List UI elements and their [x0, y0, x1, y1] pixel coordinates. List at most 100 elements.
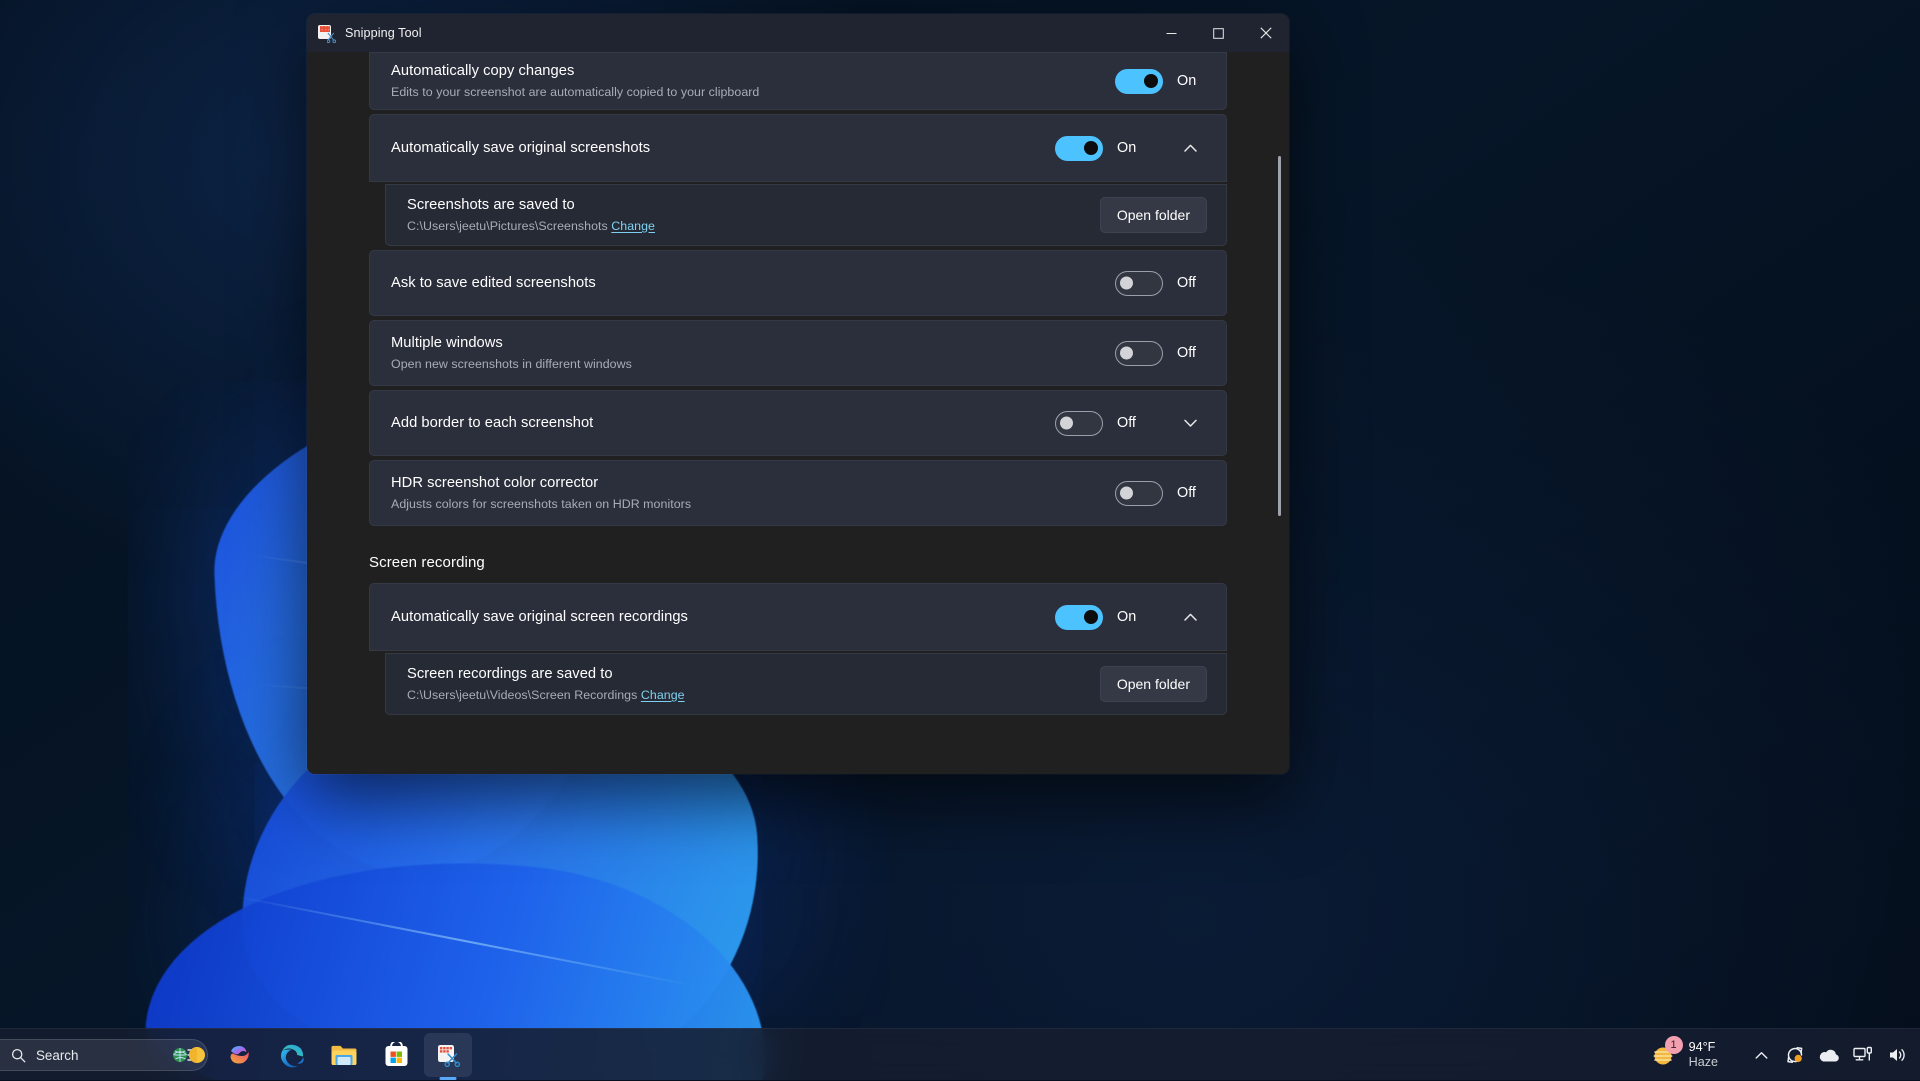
setting-subtitle: Edits to your screenshot are automatical…: [391, 84, 759, 100]
expand-collapse-button[interactable]: [1173, 406, 1207, 440]
setting-controls: Off: [1115, 481, 1207, 506]
sync-update-tray-button[interactable]: [1778, 1035, 1812, 1075]
setting-row-multiple-windows[interactable]: Multiple windows Open new screenshots in…: [369, 320, 1227, 386]
network-icon: [1853, 1046, 1873, 1064]
window-controls: [1148, 14, 1289, 52]
setting-title: Screenshots are saved to: [407, 196, 655, 215]
setting-controls: On: [1055, 131, 1207, 165]
setting-row-automatically-save-original-screen-recordings[interactable]: Automatically save original screen recor…: [369, 583, 1227, 651]
setting-subrow-screen-recordings-are-saved-to[interactable]: Screen recordings are saved to C:\Users\…: [385, 653, 1227, 715]
window-title: Snipping Tool: [345, 26, 422, 40]
setting-row-hdr-screenshot-color-corrector[interactable]: HDR screenshot color corrector Adjusts c…: [369, 460, 1227, 526]
toggle-state-label: On: [1117, 140, 1147, 156]
toggle-state-label: On: [1177, 73, 1207, 89]
change-screen-recordings-path-link[interactable]: Change: [641, 688, 685, 702]
network-tray-button[interactable]: [1846, 1035, 1880, 1075]
toggle-automatically-save-original-screenshots[interactable]: [1055, 136, 1103, 161]
section-header-screen-recording: Screen recording: [369, 530, 1227, 583]
screen-recordings-save-path: C:\Users\jeetu\Videos\Screen Recordings: [407, 688, 637, 702]
setting-texts: Multiple windows Open new screenshots in…: [391, 334, 632, 372]
setting-title: Add border to each screenshot: [391, 414, 593, 433]
setting-path-row: C:\Users\jeetu\Videos\Screen Recordings …: [407, 687, 685, 703]
copilot-icon: [227, 1042, 253, 1068]
file-explorer-icon: [330, 1043, 358, 1067]
window-titlebar[interactable]: Snipping Tool: [307, 14, 1289, 52]
open-screenshots-folder-button[interactable]: Open folder: [1100, 197, 1207, 233]
change-screenshots-path-link[interactable]: Change: [611, 219, 655, 233]
minimize-button[interactable]: [1148, 14, 1195, 52]
sync-update-icon: [1785, 1045, 1805, 1065]
setting-controls: Open folder: [1100, 197, 1207, 233]
maximize-button[interactable]: [1195, 14, 1242, 52]
setting-subrow-screenshots-are-saved-to[interactable]: Screenshots are saved to C:\Users\jeetu\…: [385, 184, 1227, 246]
setting-controls: Off: [1115, 341, 1207, 366]
setting-row-ask-to-save-edited-screenshots[interactable]: Ask to save edited screenshots Off: [369, 250, 1227, 316]
volume-icon: [1887, 1046, 1907, 1064]
weather-temperature: 94°F: [1689, 1040, 1718, 1055]
snipping-tool-window: Snipping Tool: [307, 14, 1289, 774]
taskbar-weather-widget[interactable]: 1 94°F Haze: [1642, 1036, 1728, 1074]
search-label: Search: [36, 1048, 78, 1063]
taskbar-item-edge[interactable]: [268, 1033, 316, 1077]
open-screen-recordings-folder-button[interactable]: Open folder: [1100, 666, 1207, 702]
setting-controls: Open folder: [1100, 666, 1207, 702]
setting-controls: On: [1055, 600, 1207, 634]
onedrive-tray-button[interactable]: [1812, 1035, 1846, 1075]
system-tray: 1 94°F Haze: [1642, 1029, 1920, 1081]
widgets-weather-icon: [171, 1042, 205, 1068]
search-icon: [11, 1048, 26, 1063]
setting-texts: Ask to save edited screenshots: [391, 274, 596, 293]
maximize-icon: [1213, 28, 1224, 39]
close-icon: [1260, 27, 1272, 39]
taskbar-item-widgets[interactable]: [164, 1033, 212, 1077]
taskbar-item-snipping-tool[interactable]: [424, 1033, 472, 1077]
setting-title: HDR screenshot color corrector: [391, 474, 691, 493]
taskbar-app-icons: [162, 1029, 474, 1081]
snipping-tool-icon: [318, 25, 335, 42]
setting-subtitle: Open new screenshots in different window…: [391, 356, 632, 372]
show-hidden-icons-button[interactable]: [1744, 1035, 1778, 1075]
settings-scroll-region[interactable]: Automatically copy changes Edits to your…: [307, 52, 1289, 774]
expand-collapse-button[interactable]: [1173, 600, 1207, 634]
windows-taskbar: Search: [0, 1028, 1920, 1080]
settings-scrollbar[interactable]: [1273, 52, 1285, 774]
taskbar-item-microsoft-store[interactable]: [372, 1033, 420, 1077]
toggle-state-label: Off: [1177, 345, 1207, 361]
setting-title: Automatically save original screen recor…: [391, 608, 688, 627]
setting-title: Automatically save original screenshots: [391, 139, 650, 158]
taskbar-item-file-explorer[interactable]: [320, 1033, 368, 1077]
toggle-add-border-to-each-screenshot[interactable]: [1055, 411, 1103, 436]
toggle-state-label: On: [1117, 609, 1147, 625]
setting-controls: Off: [1115, 271, 1207, 296]
setting-texts: Screenshots are saved to C:\Users\jeetu\…: [407, 196, 655, 234]
toggle-hdr-screenshot-color-corrector[interactable]: [1115, 481, 1163, 506]
setting-texts: Automatically copy changes Edits to your…: [391, 62, 759, 100]
minimize-icon: [1166, 28, 1177, 39]
toggle-state-label: Off: [1177, 485, 1207, 501]
toggle-ask-to-save-edited-screenshots[interactable]: [1115, 271, 1163, 296]
setting-texts: HDR screenshot color corrector Adjusts c…: [391, 474, 691, 512]
setting-controls: Off: [1055, 406, 1207, 440]
close-button[interactable]: [1242, 14, 1289, 52]
scrollbar-thumb[interactable]: [1278, 156, 1281, 516]
setting-row-automatically-copy-changes[interactable]: Automatically copy changes Edits to your…: [369, 52, 1227, 110]
toggle-state-label: Off: [1117, 415, 1147, 431]
toggle-automatically-copy-changes[interactable]: [1115, 69, 1163, 94]
snipping-tool-icon: [435, 1042, 461, 1068]
settings-content-area: Automatically copy changes Edits to your…: [307, 52, 1289, 774]
setting-controls: On: [1115, 69, 1207, 94]
setting-row-add-border-to-each-screenshot[interactable]: Add border to each screenshot Off: [369, 390, 1227, 456]
taskbar-item-copilot[interactable]: [216, 1033, 264, 1077]
setting-texts: Screen recordings are saved to C:\Users\…: [407, 665, 685, 703]
setting-texts: Automatically save original screenshots: [391, 139, 650, 158]
expand-collapse-button[interactable]: [1173, 131, 1207, 165]
edge-icon: [279, 1042, 306, 1069]
microsoft-store-icon: [384, 1042, 409, 1068]
setting-row-automatically-save-original-screenshots[interactable]: Automatically save original screenshots …: [369, 114, 1227, 182]
volume-tray-button[interactable]: [1880, 1035, 1914, 1075]
toggle-multiple-windows[interactable]: [1115, 341, 1163, 366]
chevron-up-icon: [1184, 613, 1197, 621]
toggle-automatically-save-original-screen-recordings[interactable]: [1055, 605, 1103, 630]
weather-notification-badge: 1: [1665, 1036, 1683, 1054]
setting-texts: Add border to each screenshot: [391, 414, 593, 433]
